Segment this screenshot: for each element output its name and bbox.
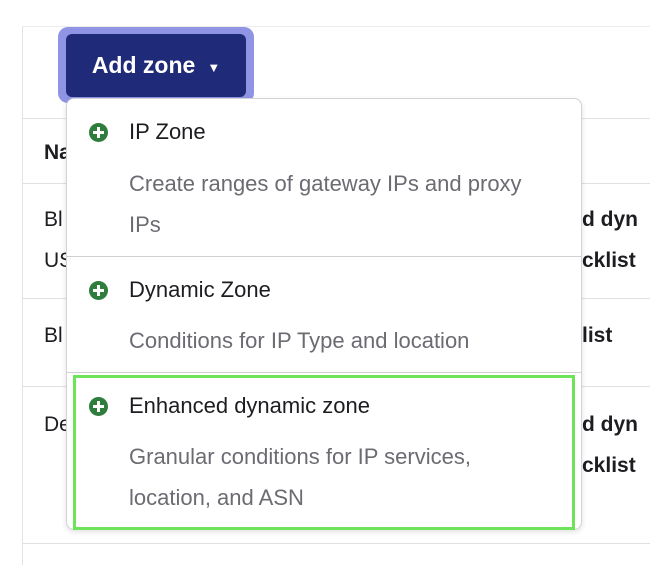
menu-item-description: Granular conditions for IP services, loc… xyxy=(129,444,471,510)
menu-item-title: Dynamic Zone xyxy=(129,277,271,302)
menu-item-ip-zone[interactable]: IP Zone Create ranges of gateway IPs and… xyxy=(67,99,581,255)
add-zone-label: Add zone xyxy=(91,52,196,78)
plus-circle-icon xyxy=(89,396,108,416)
table-cell-row1-type-line2: cklist xyxy=(582,249,636,272)
table-cell-row2-type: list xyxy=(582,324,613,347)
menu-item-description: Conditions for IP Type and location xyxy=(129,328,470,353)
table-row-divider xyxy=(23,543,650,544)
table-cell-row3-type-line2: cklist xyxy=(582,454,636,477)
menu-item-enhanced-dynamic-zone[interactable]: Enhanced dynamic zone Granular condition… xyxy=(67,373,581,529)
menu-item-title: Enhanced dynamic zone xyxy=(129,393,370,418)
menu-item-description: Create ranges of gateway IPs and proxy I… xyxy=(129,171,522,237)
table-cell-row1-name-line1: Bl xyxy=(44,208,63,231)
menu-item-title: IP Zone xyxy=(129,119,206,144)
table-cell-row3-type-line1: d dyn xyxy=(582,413,638,436)
add-zone-dropdown-menu: IP Zone Create ranges of gateway IPs and… xyxy=(66,98,582,530)
menu-item-dynamic-zone[interactable]: Dynamic Zone Conditions for IP Type and … xyxy=(67,257,581,371)
add-zone-button[interactable]: Add zone ▼ xyxy=(66,34,246,97)
caret-down-icon: ▼ xyxy=(207,60,221,75)
table-cell-row1-type-line1: d dyn xyxy=(582,208,638,231)
table-cell-row2-name: Bl xyxy=(44,324,63,347)
plus-circle-icon xyxy=(89,280,108,300)
plus-circle-icon xyxy=(89,122,108,142)
